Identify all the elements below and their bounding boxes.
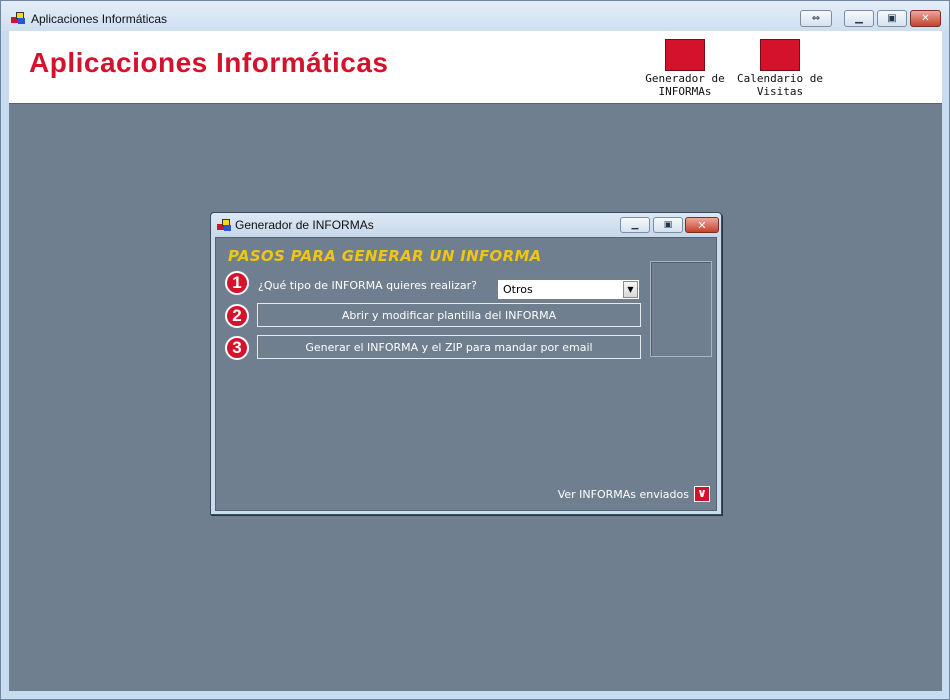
minimize-button[interactable]: ▁	[844, 10, 874, 27]
shortcut-calendario-visitas[interactable]: Calendario de Visitas	[734, 39, 826, 98]
dialog-maximize-button[interactable]: ▣	[653, 217, 683, 233]
ver-enviados-label: Ver INFORMAs enviados	[557, 487, 689, 501]
steps-title: PASOS PARA GENERAR UN INFORMA	[228, 247, 542, 265]
app-icon	[11, 12, 26, 24]
window-bottom-frame	[1, 691, 949, 699]
dialog-body: PASOS PARA GENERAR UN INFORMA 1 ¿Qué tip…	[215, 237, 717, 511]
dialog-minimize-button[interactable]: ▁	[620, 217, 650, 233]
dialog-close-button[interactable]: ✕	[685, 217, 719, 233]
shortcut-label: Calendario de Visitas	[736, 72, 824, 98]
ver-enviados-link[interactable]: Ver INFORMAs enviados ∨	[558, 486, 710, 502]
step-2-badge: 2	[225, 304, 249, 328]
generador-dialog: Generador de INFORMAs ▁ ▣ ✕ PASOS PARA G…	[210, 212, 722, 515]
dropdown-arrow-icon[interactable]: ▼	[623, 281, 638, 298]
abrir-plantilla-button[interactable]: Abrir y modificar plantilla del INFORMA	[257, 303, 641, 327]
close-button[interactable]: ✕	[910, 10, 941, 27]
maximize-button[interactable]: ▣	[877, 10, 907, 27]
app-title: Aplicaciones Informáticas	[29, 47, 389, 78]
step-1-badge: 1	[225, 271, 249, 295]
preview-panel	[650, 261, 712, 357]
calendario-icon	[760, 39, 800, 71]
generador-icon	[665, 39, 705, 71]
dialog-title-bar[interactable]: Generador de INFORMAs ▁ ▣ ✕	[211, 213, 721, 237]
dialog-title: Generador de INFORMAs	[235, 218, 374, 232]
step-1-question: ¿Qué tipo de INFORMA quieres realizar?	[258, 279, 478, 292]
generar-zip-button[interactable]: Generar el INFORMA y el ZIP para mandar …	[257, 335, 641, 359]
dialog-app-icon	[217, 219, 232, 231]
title-bar[interactable]: Aplicaciones Informáticas ⇔ ▁ ▣ ✕	[1, 1, 949, 31]
informa-type-value: Otros	[503, 283, 533, 296]
shortcut-generador-informas[interactable]: Generador de INFORMAs	[639, 39, 731, 98]
step-3-badge: 3	[225, 336, 249, 360]
swap-window-button[interactable]: ⇔	[800, 10, 832, 27]
window-title: Aplicaciones Informáticas	[31, 12, 168, 26]
chevron-down-icon[interactable]: ∨	[694, 486, 710, 502]
informa-type-select[interactable]: Otros ▼	[497, 279, 640, 300]
shortcut-label: Generador de INFORMAs	[645, 72, 725, 98]
app-header: Aplicaciones Informáticas Generador de I…	[9, 31, 942, 103]
